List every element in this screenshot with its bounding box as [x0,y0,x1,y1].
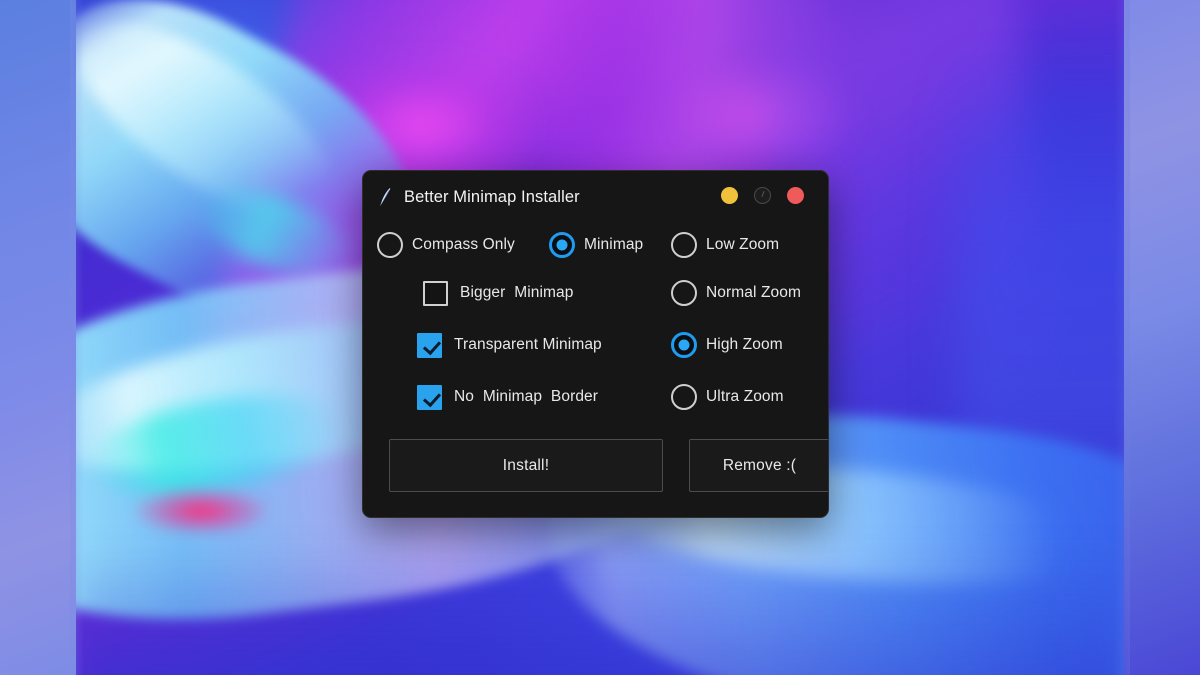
letterbox-seam-left [70,0,84,675]
wallpaper-pink-highlight [136,488,266,534]
radio-button-icon[interactable] [671,232,697,258]
checkbox-icon[interactable] [417,332,442,358]
zoom-radio-column: Normal Zoom High Zoom Ultra Zoom [671,267,814,423]
radio-button-icon[interactable] [671,384,697,410]
remove-button[interactable]: Remove :( [689,439,828,492]
checkbox-label: Bigger Minimap [460,284,574,301]
radio-button-icon[interactable] [671,332,697,358]
checkbox-bigger-minimap[interactable]: Bigger Minimap [423,267,671,319]
radio-label: Low Zoom [706,236,780,253]
installer-window: Better Minimap Installer Compass Only Mi… [362,170,829,518]
radio-compass-only[interactable]: Compass Only [377,232,549,258]
radio-normal-zoom[interactable]: Normal Zoom [671,267,814,319]
options-grid: Bigger Minimap Transparent Minimap No Mi… [377,267,814,423]
checkbox-column: Bigger Minimap Transparent Minimap No Mi… [377,267,671,423]
feather-quill-icon [380,188,391,207]
radio-high-zoom[interactable]: High Zoom [671,319,814,371]
close-icon[interactable] [787,187,804,204]
radio-label: High Zoom [706,336,783,353]
checkbox-label: Transparent Minimap [454,336,602,353]
desktop-screen: Better Minimap Installer Compass Only Mi… [0,0,1200,675]
radio-label: Minimap [584,236,644,253]
window-controls [721,187,804,204]
checkbox-no-minimap-border[interactable]: No Minimap Border [417,371,671,423]
radio-low-zoom[interactable]: Low Zoom [671,232,814,258]
radio-label: Normal Zoom [706,284,801,301]
minimize-icon[interactable] [721,187,738,204]
wallpaper-bottom-shade [76,545,1124,675]
radio-button-icon[interactable] [377,232,403,258]
checkbox-icon[interactable] [417,384,442,410]
checkbox-label: No Minimap Border [454,388,599,405]
action-button-row: Install! Remove :( [377,423,828,492]
letterbox-seam-right [1114,0,1130,675]
mode-radio-row: Compass Only Minimap Low Zoom [377,223,814,267]
maximize-icon[interactable] [754,187,771,204]
checkbox-icon[interactable] [423,280,448,306]
radio-button-icon[interactable] [549,232,575,258]
checkbox-transparent-minimap[interactable]: Transparent Minimap [417,319,671,371]
radio-button-icon[interactable] [671,280,697,306]
radio-label: Ultra Zoom [706,388,784,405]
window-title: Better Minimap Installer [404,187,580,206]
radio-label: Compass Only [412,236,515,253]
window-titlebar[interactable]: Better Minimap Installer [363,171,828,223]
radio-ultra-zoom[interactable]: Ultra Zoom [671,371,814,423]
install-button[interactable]: Install! [389,439,663,492]
radio-minimap[interactable]: Minimap [549,232,671,258]
window-body: Compass Only Minimap Low Zoom Bigger Min… [363,223,828,506]
